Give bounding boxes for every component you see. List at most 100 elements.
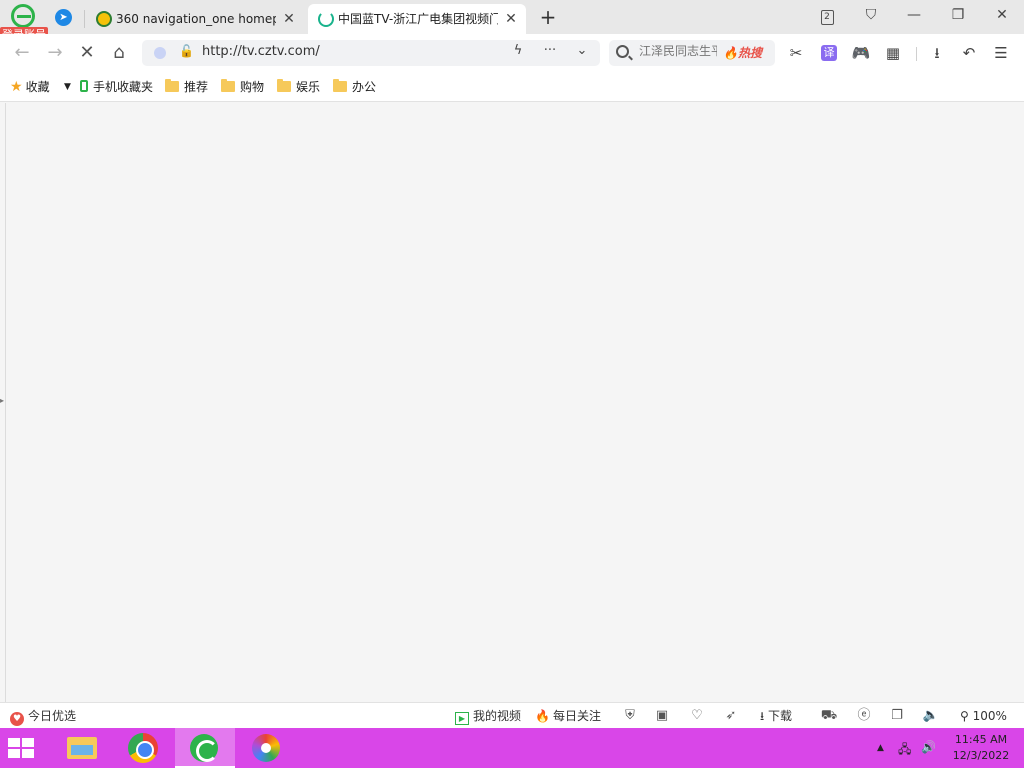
download-label: 下载 <box>768 709 793 723</box>
translate-icon[interactable]: 译 <box>821 45 837 61</box>
windows-start-icon[interactable] <box>8 738 38 758</box>
window-close-button[interactable]: ✕ <box>982 0 1022 30</box>
speaker-icon[interactable]: 🔈 <box>922 707 940 725</box>
gamepad-icon[interactable]: 🎮 <box>850 42 872 64</box>
flame-icon: 🔥 <box>535 709 550 723</box>
folder-icon <box>277 79 291 92</box>
page-content[interactable] <box>5 103 1024 702</box>
shirt-icon[interactable]: ⛉ <box>851 0 891 30</box>
lightning-icon[interactable]: ϟ <box>508 43 528 58</box>
daily-follow[interactable]: 🔥 每日关注 <box>535 707 601 725</box>
bookmark-folder-shopping[interactable]: 购物 <box>221 78 264 96</box>
tab-strip: 登录账号 ➤ 360 navigation_one homepage ✕ 中国蓝… <box>0 0 1024 43</box>
tab-divider <box>84 10 85 28</box>
restore-button[interactable]: ❐ <box>938 0 978 30</box>
taskbar: ▲ 🖧 🔊 11:45 AM 12/3/2022 <box>0 728 1024 768</box>
file-explorer-icon <box>67 737 97 759</box>
folder-icon <box>165 79 179 92</box>
volume-icon[interactable]: 🔊 <box>921 740 936 754</box>
download-icon[interactable]: ⭳ <box>926 42 948 64</box>
download-manager[interactable]: ⭳ 下载 <box>760 707 792 725</box>
health-heart-icon[interactable]: ♡ <box>688 707 706 725</box>
folder-label: 购物 <box>240 80 265 94</box>
folder-icon <box>333 79 347 92</box>
taskbar-chrome[interactable] <box>113 728 173 768</box>
today-picks[interactable]: ♥ 今日优选 <box>10 707 77 726</box>
bookmark-folder-entertainment[interactable]: 娱乐 <box>277 78 320 96</box>
search-box[interactable]: 🔥热搜 <box>609 40 775 66</box>
taskbar-file-explorer[interactable] <box>51 728 111 768</box>
phone-icon <box>80 80 88 92</box>
clock-date: 12/3/2022 <box>952 749 1010 762</box>
address-bar[interactable]: 🔓 http://tv.cztv.com/ ϟ ··· ⌄ <box>142 40 600 66</box>
zoom-icon: ⚲ <box>960 709 973 723</box>
search-input[interactable] <box>639 44 717 58</box>
site-favicon-icon <box>154 47 166 59</box>
insecure-lock-icon[interactable]: 🔓 <box>179 44 194 58</box>
hot-search-badge[interactable]: 🔥热搜 <box>723 44 762 61</box>
360-app-icon <box>252 734 280 762</box>
tab-count-button[interactable]: 2 <box>807 0 847 30</box>
browser-e-icon <box>11 4 35 28</box>
navigation-bar: ← → ✕ ⌂ 🔓 http://tv.cztv.com/ ϟ ··· ⌄ 🔥热… <box>0 34 1024 72</box>
tab-360-navigation[interactable]: 360 navigation_one homepage ✕ <box>86 4 304 34</box>
undo-icon[interactable]: ↶ <box>958 42 980 64</box>
home-button[interactable]: ⌂ <box>106 39 132 67</box>
system-clock[interactable]: 11:45 AM 12/3/2022 <box>946 732 1016 764</box>
today-picks-label: 今日优选 <box>28 709 77 723</box>
folder-label: 推荐 <box>184 80 209 94</box>
favorites-dropdown-icon[interactable]: ▼ <box>64 78 71 96</box>
360-browser-icon <box>190 734 218 762</box>
image-icon[interactable]: ▣ <box>653 707 671 725</box>
folder-label: 办公 <box>352 80 377 94</box>
toolbar-divider <box>916 47 917 61</box>
hot-search-label: 热搜 <box>737 46 762 60</box>
back-button[interactable]: ← <box>9 39 35 67</box>
menu-icon[interactable]: ☰ <box>990 42 1012 64</box>
bookmark-folder-office[interactable]: 办公 <box>333 78 376 96</box>
zoom-control[interactable]: ⚲ 100% <box>960 707 1007 725</box>
sidebar-expand-icon[interactable]: ▸ <box>0 396 4 405</box>
tab-title: 中国蓝TV-浙江广电集团视频门户 <box>338 12 498 26</box>
minimize-button[interactable]: — <box>894 0 934 30</box>
favorites-label: 收藏 <box>25 80 50 94</box>
loading-spinner-icon <box>318 11 334 27</box>
download-icon: ⭳ <box>760 709 769 723</box>
shield-icon[interactable]: ⛨ <box>621 707 639 725</box>
my-videos[interactable]: ▶ 我的视频 <box>455 707 521 725</box>
rocket-icon[interactable]: ➶ <box>722 707 740 725</box>
more-options-icon[interactable]: ··· <box>540 43 560 58</box>
compatibility-icon[interactable]: ⛟ <box>820 707 838 725</box>
360-logo-icon <box>96 11 112 27</box>
tab-title: 360 navigation_one homepage <box>116 12 276 26</box>
close-icon[interactable]: ✕ <box>502 4 520 34</box>
tab-cztv[interactable]: 中国蓝TV-浙江广电集团视频门户 ✕ <box>308 4 526 34</box>
bookmark-folder-recommend[interactable]: 推荐 <box>165 78 208 96</box>
taskbar-360-app[interactable] <box>237 728 297 768</box>
tray-expand-icon[interactable]: ▲ <box>877 743 884 753</box>
taskbar-360-browser[interactable] <box>175 728 235 768</box>
mobile-favorites-label: 手机收藏夹 <box>93 80 154 94</box>
telegram-icon[interactable]: ➤ <box>55 9 72 26</box>
new-tab-button[interactable]: + <box>536 4 560 32</box>
network-icon[interactable]: 🖧 <box>898 740 911 761</box>
window-icon[interactable]: ❐ <box>888 707 906 725</box>
forward-button[interactable]: → <box>42 39 68 67</box>
browser-mode-icon[interactable]: ⓔ <box>855 707 873 725</box>
chevron-down-icon[interactable]: ⌄ <box>572 43 592 58</box>
status-bar: ♥ 今日优选 ▶ 我的视频 🔥 每日关注 ⛨ ▣ ♡ ➶ ⭳ 下载 ⛟ ⓔ ❐ 🔈 ⚲… <box>0 702 1024 728</box>
bookmark-bar: ★ 收藏 ▼ 手机收藏夹 推荐 购物 娱乐 办公 <box>0 72 1024 102</box>
mobile-favorites[interactable]: 手机收藏夹 <box>80 78 153 96</box>
url-text[interactable]: http://tv.cztv.com/ <box>202 44 320 59</box>
apps-grid-icon[interactable]: ▦ <box>882 42 904 64</box>
my-videos-label: 我的视频 <box>473 709 522 723</box>
scissors-icon[interactable]: ✂ <box>785 42 807 64</box>
favorites-button[interactable]: ★ 收藏 <box>10 78 50 96</box>
play-icon: ▶ <box>455 712 469 725</box>
close-icon[interactable]: ✕ <box>280 4 298 34</box>
zoom-level: 100% <box>972 709 1007 723</box>
star-icon: ★ <box>10 79 23 95</box>
folder-label: 娱乐 <box>296 80 321 94</box>
stop-loading-button[interactable]: ✕ <box>74 39 100 67</box>
clock-time: 11:45 AM <box>954 733 1008 746</box>
